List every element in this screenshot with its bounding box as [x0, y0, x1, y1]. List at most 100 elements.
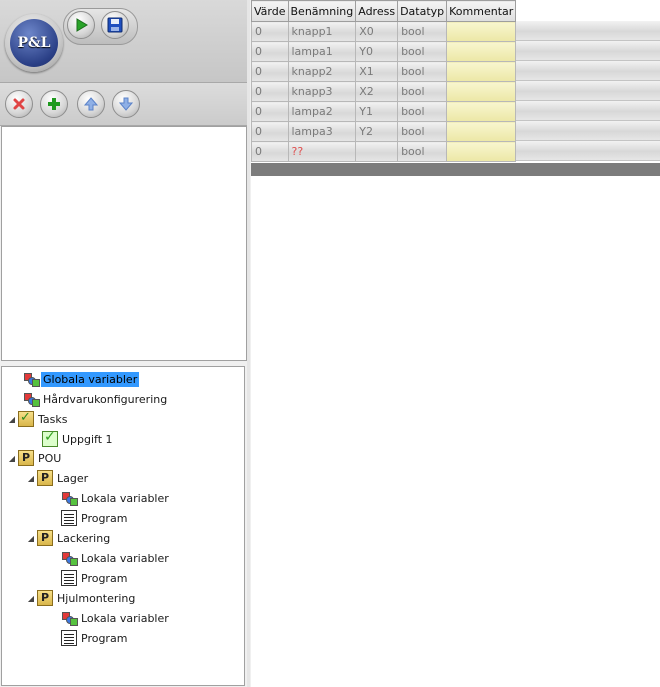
comment-cell[interactable]	[446, 101, 517, 122]
datatype-cell[interactable]: bool	[397, 101, 448, 122]
variables-icon	[23, 371, 40, 387]
variables-icon	[23, 391, 40, 407]
comment-cell[interactable]	[446, 81, 517, 102]
properties-panel[interactable]	[1, 126, 247, 361]
variables-icon	[61, 550, 78, 566]
move-up-button[interactable]	[77, 90, 105, 118]
arrow-up-icon	[84, 97, 98, 111]
datatype-cell[interactable]: bool	[397, 121, 448, 142]
expand-arrow-icon[interactable]: ◢	[25, 534, 37, 543]
tree-item-lager[interactable]: ◢ Lager	[25, 469, 90, 487]
expand-arrow-icon[interactable]: ◢	[25, 474, 37, 483]
table-row[interactable]: 0 knapp2 X1 bool	[251, 61, 517, 82]
comment-cell[interactable]	[446, 41, 517, 62]
table-row[interactable]: 0 knapp1 X0 bool	[251, 21, 517, 42]
comment-cell[interactable]	[446, 21, 517, 42]
tree-item-hardware-config[interactable]: Hårdvarukonfigurering	[23, 390, 169, 408]
program-icon	[61, 630, 77, 646]
table-row-new[interactable]: 0 ?? bool	[251, 141, 517, 162]
tree-item-program[interactable]: Program	[61, 569, 129, 587]
variables-grid-area: Värde Benämning Adress Datatyp Kommentar…	[251, 0, 660, 687]
address-cell[interactable]: Y2	[355, 121, 399, 142]
tree-item-task-1[interactable]: Uppgift 1	[42, 429, 115, 448]
table-row[interactable]: 0 lampa3 Y2 bool	[251, 121, 517, 142]
tree-item-local-variables[interactable]: Lokala variabler	[61, 549, 171, 567]
variables-icon	[61, 610, 78, 626]
address-cell[interactable]: Y0	[355, 41, 399, 62]
value-cell[interactable]: 0	[251, 61, 289, 82]
address-cell[interactable]: X1	[355, 61, 399, 82]
delete-button[interactable]	[5, 90, 33, 118]
folder-p-icon	[37, 470, 53, 486]
program-icon	[61, 570, 77, 586]
name-cell[interactable]: lampa1	[287, 41, 357, 62]
name-cell[interactable]: ??	[287, 141, 357, 162]
name-cell[interactable]: lampa3	[287, 121, 357, 142]
expand-arrow-icon[interactable]: ◢	[6, 415, 18, 424]
tree-item-global-variables[interactable]: Globala variabler	[23, 370, 140, 388]
value-cell[interactable]: 0	[251, 101, 289, 122]
name-cell[interactable]: knapp1	[287, 21, 357, 42]
address-cell[interactable]: X2	[355, 81, 399, 102]
arrow-down-icon	[119, 97, 133, 111]
add-button[interactable]	[40, 90, 68, 118]
comment-cell[interactable]	[446, 61, 517, 82]
name-cell[interactable]: lampa2	[287, 101, 357, 122]
column-header-comment[interactable]: Kommentar	[446, 0, 517, 22]
comment-cell[interactable]	[446, 121, 517, 142]
folder-check-icon	[18, 410, 34, 427]
logo-text: P&L	[10, 19, 58, 67]
address-cell[interactable]: X0	[355, 21, 399, 42]
folder-p-icon	[37, 530, 53, 546]
column-header-name[interactable]: Benämning	[287, 0, 357, 22]
save-button[interactable]	[101, 11, 129, 39]
datatype-cell[interactable]: bool	[397, 61, 448, 82]
splitter[interactable]	[247, 0, 250, 687]
expand-arrow-icon[interactable]: ◢	[25, 594, 37, 603]
tree-item-pou[interactable]: ◢ POU	[6, 449, 63, 467]
tree-item-local-variables[interactable]: Lokala variabler	[61, 609, 171, 627]
datatype-cell[interactable]: bool	[397, 141, 448, 162]
tree-item-tasks[interactable]: ◢ Tasks	[6, 410, 69, 428]
tree-item-lackering[interactable]: ◢ Lackering	[25, 529, 112, 547]
play-icon	[76, 18, 88, 32]
column-header-value[interactable]: Värde	[251, 0, 289, 22]
value-cell[interactable]: 0	[251, 41, 289, 62]
table-row[interactable]: 0 lampa2 Y1 bool	[251, 101, 517, 122]
folder-p-icon	[18, 450, 34, 466]
edit-toolbar	[0, 83, 247, 126]
logo: P&L	[5, 14, 63, 72]
delete-x-icon	[13, 98, 25, 110]
floppy-disk-icon	[107, 17, 123, 33]
expand-arrow-icon[interactable]: ◢	[6, 454, 18, 463]
name-cell[interactable]: knapp3	[287, 81, 357, 102]
value-cell[interactable]: 0	[251, 81, 289, 102]
value-cell[interactable]: 0	[251, 121, 289, 142]
tree-item-local-variables[interactable]: Lokala variabler	[61, 489, 171, 507]
datatype-cell[interactable]: bool	[397, 21, 448, 42]
column-header-address[interactable]: Adress	[355, 0, 399, 22]
run-button[interactable]	[67, 11, 95, 39]
variables-table: Värde Benämning Adress Datatyp Kommentar…	[251, 0, 517, 162]
value-cell[interactable]: 0	[251, 21, 289, 42]
table-row[interactable]: 0 lampa1 Y0 bool	[251, 41, 517, 62]
tree-item-hjulmontering[interactable]: ◢ Hjulmontering	[25, 589, 137, 607]
project-tree[interactable]: Globala variabler Hårdvarukonfigurering …	[1, 366, 245, 686]
folder-p-icon	[37, 590, 53, 606]
comment-cell[interactable]	[446, 141, 517, 162]
address-cell[interactable]	[355, 141, 399, 162]
value-cell[interactable]: 0	[251, 141, 289, 162]
tree-item-program[interactable]: Program	[61, 629, 129, 647]
variables-icon	[61, 490, 78, 506]
address-cell[interactable]: Y1	[355, 101, 399, 122]
table-header-row: Värde Benämning Adress Datatyp Kommentar	[251, 0, 517, 22]
move-down-button[interactable]	[112, 90, 140, 118]
table-row[interactable]: 0 knapp3 X2 bool	[251, 81, 517, 102]
program-icon	[61, 510, 77, 526]
column-header-datatype[interactable]: Datatyp	[397, 0, 448, 22]
grid-footer-bar	[251, 163, 660, 176]
name-cell[interactable]: knapp2	[287, 61, 357, 82]
datatype-cell[interactable]: bool	[397, 41, 448, 62]
datatype-cell[interactable]: bool	[397, 81, 448, 102]
tree-item-program[interactable]: Program	[61, 509, 129, 527]
